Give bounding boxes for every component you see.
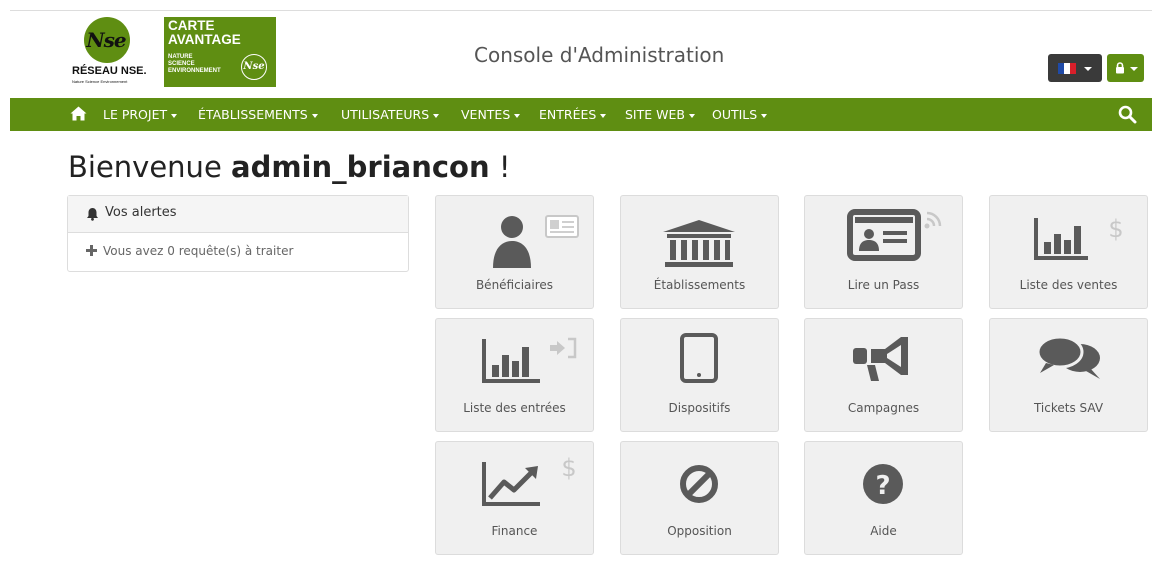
- welcome-suffix: !: [498, 150, 511, 184]
- tile-campagnes[interactable]: Campagnes: [804, 318, 963, 432]
- ban-icon: [680, 465, 718, 503]
- area-chart-dollar-icon: $: [482, 454, 577, 506]
- admin-console-page: Nse RÉSEAU NSE. Nature Science Environne…: [0, 0, 1152, 561]
- bar-chart-dollar-icon: $: [1034, 215, 1124, 260]
- chevron-down-icon: [600, 113, 607, 118]
- nav-le-projet-label: LE PROJET: [103, 107, 168, 122]
- tile-opposition-label: Opposition: [667, 524, 732, 538]
- header: Nse RÉSEAU NSE. Nature Science Environne…: [0, 11, 1152, 87]
- tile-finance[interactable]: $ Finance: [435, 441, 594, 555]
- welcome-prefix: Bienvenue: [68, 150, 222, 184]
- tile-liste-des-ventes-label: Liste des ventes: [1019, 278, 1118, 292]
- nav-outils-label: OUTILS: [712, 107, 758, 122]
- french-flag-icon: [1058, 63, 1076, 74]
- carte-nse-badge: Nse: [241, 54, 267, 80]
- chevron-down-icon: [1084, 67, 1092, 71]
- tile-tickets-sav-label: Tickets SAV: [1033, 401, 1104, 415]
- nav-ventes-label: VENTES: [461, 107, 511, 122]
- comments-icon: [1036, 335, 1100, 379]
- chevron-down-icon: [1130, 67, 1138, 71]
- plus-icon: [86, 245, 97, 256]
- nav-etablissements-label: ÉTABLISSEMENTS: [198, 107, 308, 122]
- tile-aide[interactable]: ? Aide: [804, 441, 963, 555]
- user-card-icon: [493, 215, 579, 268]
- bell-icon: [87, 208, 98, 221]
- home-icon[interactable]: [70, 106, 87, 121]
- nav-site-web[interactable]: SITE WEB: [625, 98, 695, 131]
- nav-entrees-label: ENTRÉES: [539, 107, 597, 122]
- tile-etablissements[interactable]: Établissements: [620, 195, 779, 309]
- welcome-username: admin_briancon: [231, 150, 490, 184]
- nav-ventes[interactable]: VENTES: [461, 98, 521, 131]
- nav-etablissements[interactable]: ÉTABLISSEMENTS: [198, 98, 318, 131]
- lock-icon: [1116, 62, 1124, 74]
- carte-title-line1: CARTE: [168, 18, 215, 33]
- chevron-down-icon: [311, 113, 318, 118]
- svg-text:$: $: [1108, 215, 1123, 243]
- svg-text:$: $: [561, 454, 576, 482]
- nse-logo-subtitle: Nature Science Environnement: [72, 79, 128, 84]
- svg-text:?: ?: [875, 471, 890, 501]
- tile-beneficiaires-label: Bénéficiaires: [475, 278, 554, 292]
- id-card-rss-icon: [847, 209, 942, 261]
- alerts-request-item[interactable]: Vous avez 0 requête(s) à traiter: [68, 233, 408, 271]
- nse-logo-name: RÉSEAU NSE.: [72, 65, 147, 77]
- nav-site-web-label: SITE WEB: [625, 107, 685, 122]
- account-button[interactable]: [1107, 54, 1144, 82]
- welcome-heading: Bienvenue admin_briancon !: [68, 150, 510, 184]
- nav-outils[interactable]: OUTILS: [712, 98, 768, 131]
- tile-dispositifs-label: Dispositifs: [668, 401, 731, 415]
- tile-dispositifs[interactable]: Dispositifs: [620, 318, 779, 432]
- carte-subtitle-nature: NATURE: [168, 54, 193, 60]
- tile-etablissements-label: Établissements: [653, 278, 746, 292]
- reseau-nse-logo[interactable]: Nse RÉSEAU NSE. Nature Science Environne…: [72, 17, 158, 85]
- tile-lire-un-pass-label: Lire un Pass: [847, 278, 920, 292]
- carte-subtitle-environnement: ENVIRONNEMENT: [168, 68, 221, 74]
- nav-entrees[interactable]: ENTRÉES: [539, 98, 607, 131]
- tile-tickets-sav[interactable]: Tickets SAV: [989, 318, 1148, 432]
- main-navbar: LE PROJET ÉTABLISSEMENTS UTILISATEURS VE…: [10, 98, 1152, 131]
- tile-aide-label: Aide: [870, 524, 897, 538]
- alerts-panel-header: Vos alertes: [68, 196, 408, 233]
- tile-opposition[interactable]: Opposition: [620, 441, 779, 555]
- megaphone-icon: [853, 337, 908, 381]
- nav-le-projet[interactable]: LE PROJET: [103, 98, 178, 131]
- chevron-down-icon: [761, 113, 768, 118]
- chevron-down-icon: [688, 113, 695, 118]
- nse-logo-mark: Nse: [86, 28, 126, 52]
- tile-liste-des-entrees[interactable]: Liste des entrées: [435, 318, 594, 432]
- chevron-down-icon: [433, 113, 440, 118]
- tile-lire-un-pass[interactable]: Lire un Pass: [804, 195, 963, 309]
- tile-finance-label: Finance: [491, 524, 538, 538]
- bar-chart-signin-icon: [482, 337, 577, 383]
- question-circle-icon: ?: [863, 464, 903, 504]
- alerts-title: Vos alertes: [105, 205, 177, 220]
- tile-campagnes-label: Campagnes: [847, 401, 920, 415]
- tile-beneficiaires[interactable]: Bénéficiaires: [435, 195, 594, 309]
- tile-liste-des-entrees-label: Liste des entrées: [463, 401, 566, 415]
- carte-title-line2: AVANTAGE: [168, 32, 241, 47]
- console-title: Console d'Administration: [474, 43, 725, 67]
- language-button[interactable]: [1048, 54, 1102, 82]
- institution-icon: [663, 220, 735, 267]
- nav-utilisateurs[interactable]: UTILISATEURS: [341, 98, 440, 131]
- tablet-icon: [680, 333, 718, 383]
- tile-liste-des-ventes[interactable]: $ Liste des ventes: [989, 195, 1148, 309]
- chevron-down-icon: [514, 113, 521, 118]
- search-icon[interactable]: [1118, 105, 1137, 124]
- alerts-message: Vous avez 0 requête(s) à traiter: [103, 244, 294, 258]
- carte-avantage-logo[interactable]: CARTE AVANTAGE NATURE SCIENCE ENVIRONNEM…: [164, 17, 276, 87]
- carte-subtitle-science: SCIENCE: [168, 61, 195, 67]
- nav-utilisateurs-label: UTILISATEURS: [341, 107, 430, 122]
- alerts-panel: Vos alertes Vous avez 0 requête(s) à tra…: [67, 195, 409, 272]
- chevron-down-icon: [171, 113, 178, 118]
